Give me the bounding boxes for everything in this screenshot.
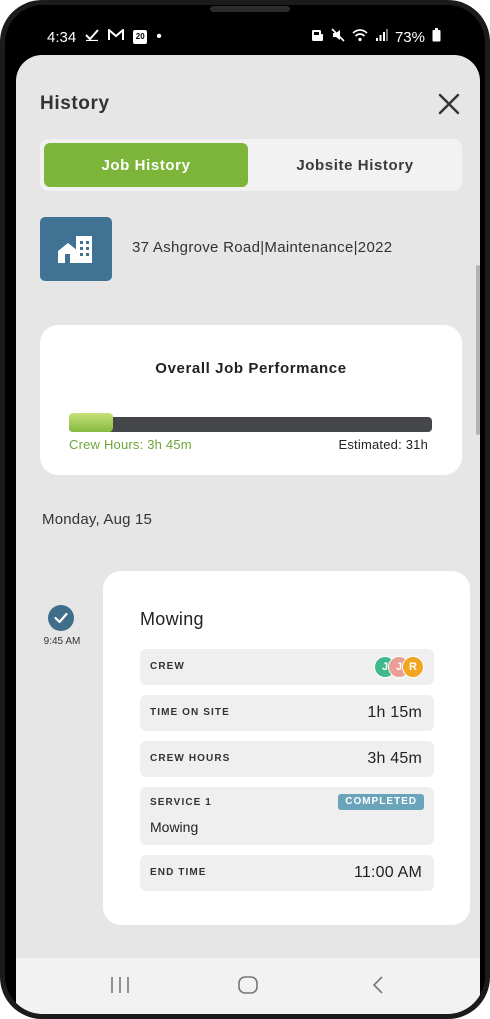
- back-button[interactable]: [358, 972, 398, 998]
- crew-label: CREW: [150, 661, 185, 672]
- estimated-hours-label: Estimated: 31h: [338, 437, 428, 452]
- speaker-grille: [210, 6, 290, 12]
- car-icon: [311, 29, 324, 46]
- mute-icon: [331, 28, 345, 46]
- calendar-icon: 20: [133, 30, 148, 44]
- crew-hours-row-label: CREW HOURS: [150, 753, 231, 764]
- scrollbar[interactable]: [476, 265, 480, 435]
- end-time-value: 11:00 AM: [353, 864, 422, 881]
- history-tabs: Job History Jobsite History: [40, 139, 462, 191]
- timeline-date: Monday, Aug 15: [42, 511, 153, 528]
- crew-hours-value: 3h 45m: [367, 750, 422, 767]
- time-on-site-row: TIME ON SITE 1h 15m: [140, 695, 434, 731]
- recents-button[interactable]: [100, 972, 140, 998]
- status-time: 4:34: [47, 28, 77, 46]
- performance-card: Overall Job Performance Crew Hours: 3h 4…: [40, 325, 462, 475]
- home-icon: [238, 976, 258, 994]
- performance-progress-track: [69, 413, 432, 432]
- status-bar: 4:34 20 • 73%: [5, 23, 485, 53]
- recents-icon: [111, 977, 129, 993]
- battery-percent: 73%: [394, 28, 425, 46]
- crew-hours-row: CREW HOURS 3h 45m: [140, 741, 434, 777]
- building-icon: [58, 236, 92, 263]
- job-entry-card[interactable]: Mowing CREW J J R TIME ON SITE 1h 15m CR…: [103, 571, 470, 925]
- avatar[interactable]: R: [402, 656, 424, 678]
- service-label: SERVICE 1: [150, 797, 212, 808]
- crew-hours-label: Crew Hours: 3h 45m: [69, 437, 192, 452]
- tab-job-history[interactable]: Job History: [44, 143, 248, 187]
- battery-icon: [432, 28, 441, 46]
- service-name: Mowing: [150, 819, 199, 835]
- timeline-check: [48, 605, 74, 631]
- performance-title: Overall Job Performance: [155, 360, 347, 377]
- home-button[interactable]: [228, 972, 268, 998]
- end-time-label: END TIME: [150, 867, 207, 878]
- page-title: History: [40, 93, 110, 114]
- time-on-site-value: 1h 15m: [367, 704, 422, 721]
- timeline-time: 9:45 AM: [43, 636, 81, 647]
- tab-jobsite-history[interactable]: Jobsite History: [252, 143, 458, 187]
- close-button[interactable]: [434, 89, 464, 119]
- crew-row: CREW J J R: [140, 649, 434, 685]
- jobsite-thumbnail: [40, 217, 112, 281]
- check-icon: [85, 29, 99, 45]
- system-nav-bar: [16, 958, 480, 1014]
- checkmark-icon: [54, 612, 68, 624]
- close-icon: [438, 93, 460, 115]
- jobsite-name: 37 Ashgrove Road|Maintenance|2022: [132, 239, 393, 256]
- end-time-row: END TIME 11:00 AM: [140, 855, 434, 891]
- back-icon: [372, 976, 383, 994]
- service-row: SERVICE 1 COMPLETED Mowing: [140, 787, 434, 845]
- history-sheet: History Job History Jobsite History 37 A…: [16, 55, 480, 1014]
- phone-screen: 4:34 20 • 73% History Job History Jobsit…: [5, 5, 485, 1014]
- job-title: Mowing: [140, 609, 204, 629]
- status-badge: COMPLETED: [338, 794, 424, 810]
- dot-icon: •: [156, 28, 162, 45]
- calendar-day: 20: [135, 32, 145, 41]
- time-on-site-label: TIME ON SITE: [150, 707, 230, 718]
- signal-icon: [375, 28, 388, 46]
- crew-avatars: J J R: [374, 656, 426, 678]
- wifi-icon: [352, 28, 368, 46]
- gmail-icon: [108, 27, 125, 45]
- phone-frame: 4:34 20 • 73% History Job History Jobsit…: [0, 0, 490, 1019]
- performance-progress-fill: [69, 413, 113, 432]
